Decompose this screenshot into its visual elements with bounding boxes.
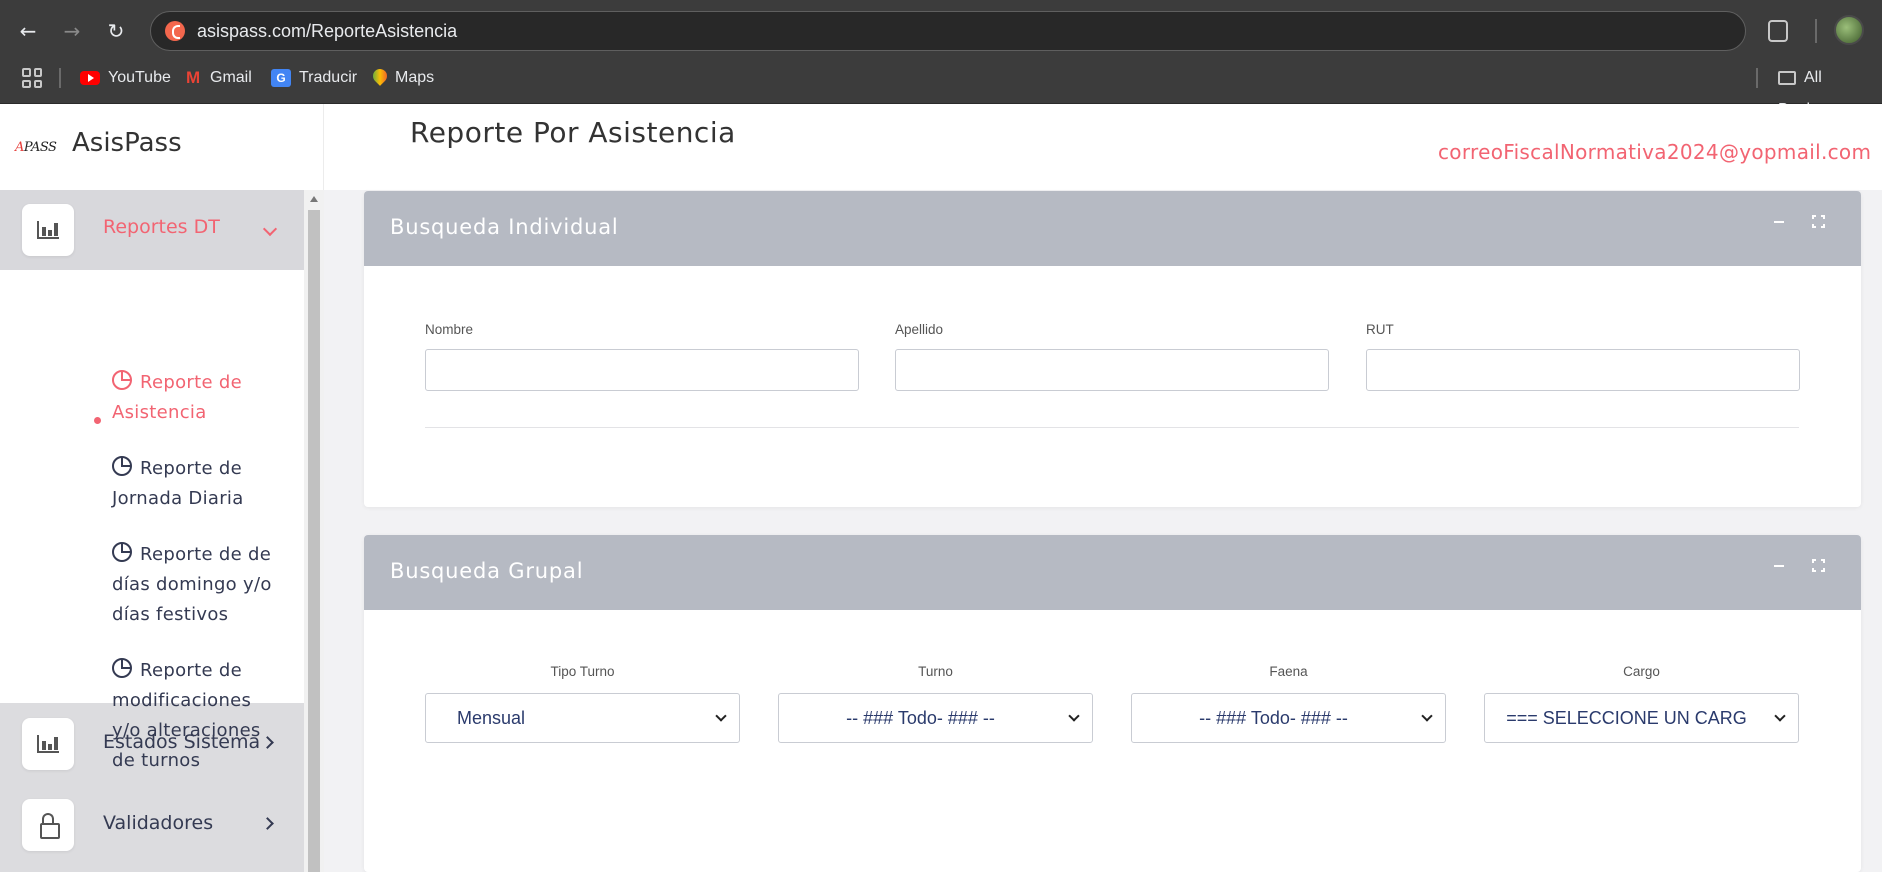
select-value: -- ### Todo- ### -- — [1199, 708, 1348, 728]
menu-icon-box — [22, 204, 74, 256]
turno-label: Turno — [918, 664, 953, 679]
sidebar-item-label: Reportes DT — [103, 216, 220, 238]
pie-chart-icon — [112, 456, 132, 476]
forward-arrow-icon[interactable]: → — [58, 14, 86, 48]
extensions-icon[interactable] — [1768, 20, 1788, 42]
faena-select[interactable]: -- ### Todo- ### -- — [1131, 693, 1446, 743]
maximize-icon[interactable] — [1810, 213, 1827, 230]
submenu-label: Reporte de de días domingo y/o días fest… — [112, 544, 272, 625]
reportes-dt-submenu: Reporte de Asistencia Reporte de Jornada… — [0, 270, 304, 771]
rut-label: RUT — [1366, 322, 1394, 337]
reload-icon[interactable]: ↻ — [102, 14, 130, 48]
cargo-select[interactable]: === SELECCIONE UN CARG — [1484, 693, 1799, 743]
sidebar-menu: Reportes DT Reporte de Asistencia Report… — [0, 190, 304, 872]
sidebar: APASS AsisPass Reportes DT Reporte de As… — [0, 104, 324, 872]
toolbar-divider — [1815, 19, 1817, 43]
card-header: Busqueda Grupal — [364, 535, 1861, 610]
apps-grid-icon[interactable] — [22, 68, 42, 88]
folder-icon — [1778, 70, 1796, 85]
individual-search-card: Busqueda Individual Nombre Apellido RUT — [364, 191, 1861, 507]
menu-icon-box — [22, 799, 74, 851]
tipo-turno-label: Tipo Turno — [550, 664, 615, 679]
all-bookmarks-button[interactable]: All Bookma — [1778, 62, 1882, 118]
sidebar-item-label: Estados Sistema — [103, 731, 261, 753]
menu-icon-box — [22, 718, 74, 770]
site-favicon-icon — [165, 21, 185, 41]
sidebar-scrollbar[interactable] — [304, 190, 324, 872]
bookmark-label: Traducir — [299, 69, 358, 86]
page-title: Reporte Por Asistencia — [410, 116, 736, 149]
card-divider — [425, 427, 1799, 428]
lock-icon — [40, 813, 60, 839]
tipo-turno-select[interactable]: Mensual — [425, 693, 740, 743]
bookmarks-divider — [59, 68, 61, 88]
brand-logo[interactable]: APASS — [15, 140, 57, 155]
bookmarks-divider — [1756, 68, 1758, 88]
bookmark-label: Gmail — [210, 69, 252, 87]
sidebar-item-reportes-dt[interactable]: Reportes DT — [0, 190, 304, 270]
card-title: Busqueda Grupal — [390, 559, 584, 583]
app-root: APASS AsisPass Reportes DT Reporte de As… — [0, 104, 1882, 872]
bookmark-gmail[interactable]: M Gmail — [186, 62, 252, 94]
scrollbar-thumb[interactable] — [308, 210, 320, 872]
address-bar[interactable]: asispass.com/ReporteAsistencia — [150, 11, 1746, 51]
chevron-right-icon — [261, 736, 274, 749]
minimize-icon[interactable] — [1774, 565, 1784, 567]
turno-select[interactable]: -- ### Todo- ### -- — [778, 693, 1093, 743]
apellido-label: Apellido — [895, 322, 944, 337]
maps-icon — [373, 69, 387, 87]
bar-chart-icon — [37, 735, 59, 753]
faena-label: Faena — [1269, 664, 1308, 679]
select-value: === SELECCIONE UN CARG — [1506, 708, 1747, 728]
gmail-icon: M — [186, 68, 201, 87]
chevron-right-icon — [261, 817, 274, 830]
chevron-down-icon — [1774, 710, 1786, 722]
translate-icon: G — [271, 68, 291, 87]
sidebar-item-validadores[interactable]: Validadores — [0, 783, 304, 863]
nombre-label: Nombre — [425, 322, 474, 337]
select-value: -- ### Todo- ### -- — [846, 708, 995, 728]
page-header: Reporte Por Asistencia correoFiscalNorma… — [324, 104, 1882, 190]
bookmark-maps[interactable]: Maps — [373, 62, 434, 94]
active-indicator-dot — [94, 417, 101, 424]
submenu-reporte-jornada-diaria[interactable]: Reporte de Jornada Diaria — [112, 454, 282, 514]
brand-header: APASS AsisPass — [0, 104, 324, 190]
sidebar-item-label: Validadores — [103, 812, 214, 834]
bookmark-label: Maps — [395, 69, 435, 86]
brand-name: AsisPass — [72, 128, 182, 158]
address-bar-url: asispass.com/ReporteAsistencia — [197, 21, 458, 41]
bar-chart-icon — [37, 221, 59, 239]
bookmark-youtube[interactable]: YouTube — [80, 62, 171, 94]
pie-chart-icon — [112, 658, 132, 678]
chevron-down-icon — [262, 221, 278, 237]
nombre-input[interactable] — [425, 349, 859, 391]
bookmark-traducir[interactable]: G Traducir — [271, 62, 357, 94]
minimize-icon[interactable] — [1774, 221, 1784, 223]
bookmark-label: YouTube — [108, 69, 171, 86]
rut-input[interactable] — [1366, 349, 1800, 391]
card-header: Busqueda Individual — [364, 191, 1861, 266]
chevron-down-icon — [1421, 710, 1433, 722]
sidebar-item-estados-sistema[interactable]: Estados Sistema — [0, 703, 304, 783]
submenu-reporte-domingos-festivos[interactable]: Reporte de de días domingo y/o días fest… — [112, 540, 282, 630]
browser-toolbar: ← → ↻ asispass.com/ReporteAsistencia — [0, 0, 1882, 62]
card-title: Busqueda Individual — [390, 215, 619, 239]
pie-chart-icon — [112, 542, 132, 562]
maximize-icon[interactable] — [1810, 557, 1827, 574]
chevron-down-icon — [715, 710, 727, 722]
submenu-reporte-asistencia[interactable]: Reporte de Asistencia — [112, 368, 282, 428]
back-arrow-icon[interactable]: ← — [14, 14, 42, 48]
youtube-icon — [80, 70, 100, 85]
apellido-input[interactable] — [895, 349, 1329, 391]
select-value: Mensual — [457, 708, 526, 728]
chevron-down-icon — [1068, 710, 1080, 722]
cargo-label: Cargo — [1623, 664, 1660, 679]
pie-chart-icon — [112, 370, 132, 390]
scroll-up-arrow-icon[interactable] — [310, 196, 318, 202]
user-email[interactable]: correoFiscalNormativa2024@yopmail.com — [1438, 140, 1871, 164]
profile-avatar[interactable] — [1834, 15, 1864, 45]
